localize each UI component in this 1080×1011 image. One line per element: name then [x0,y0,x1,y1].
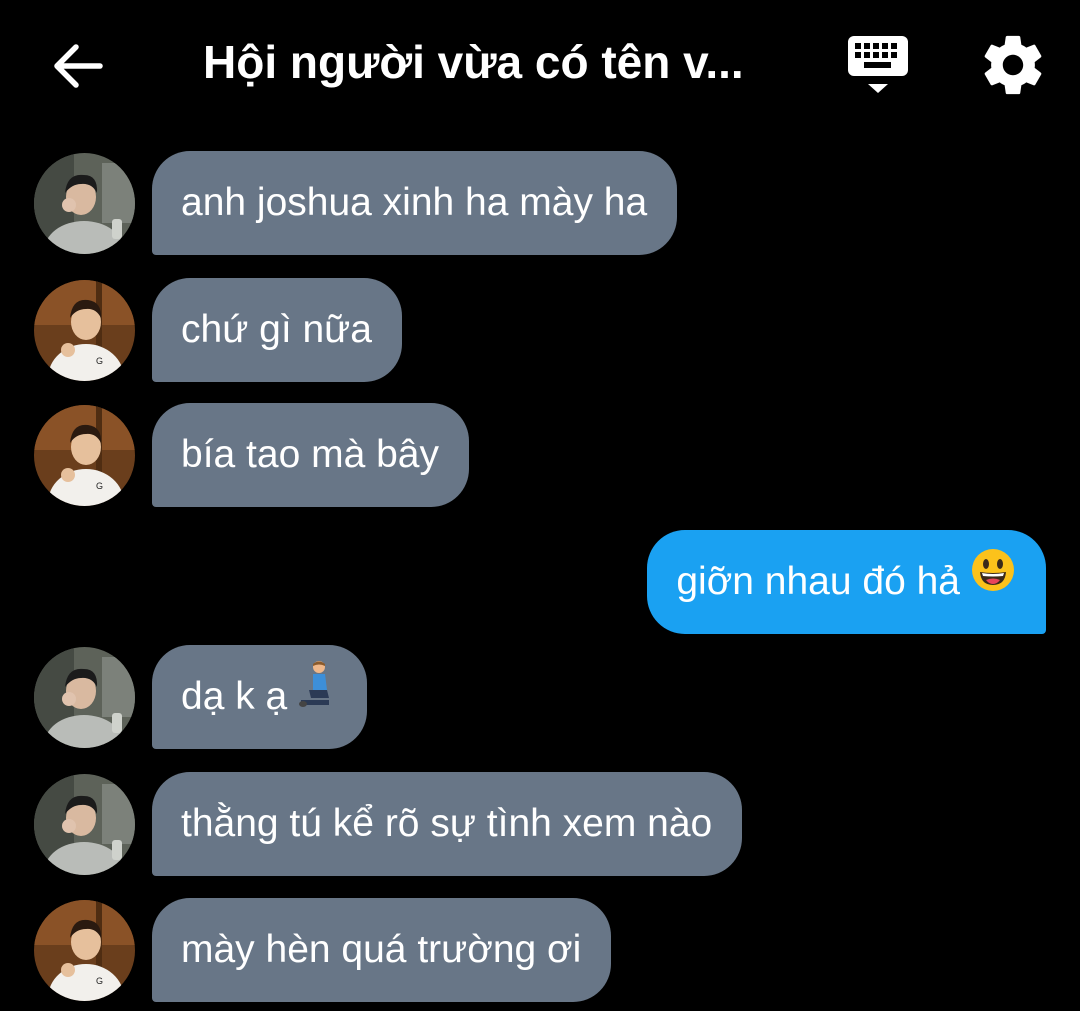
avatar-user-b[interactable]: G [34,900,135,1001]
settings-button[interactable] [978,30,1048,100]
keyboard-icon [848,36,908,93]
message-row: anh joshua xinh ha mày ha [0,151,1080,255]
message-row: G chứ gì nữa [0,278,1080,382]
svg-text:G: G [96,356,103,366]
message-row: dạ k ạ [0,645,1080,749]
message-bubble-incoming[interactable]: anh joshua xinh ha mày ha [152,151,678,255]
message-row: thằng tú kể rõ sự tình xem nào [0,772,1080,876]
message-text: anh joshua xinh ha mày ha [181,181,648,224]
message-bubble-incoming[interactable]: mày hèn quá trường ơi [152,898,612,1002]
avatar-user-a[interactable] [34,153,135,254]
message-text: thằng tú kể rõ sự tình xem nào [181,802,713,845]
message-bubble-outgoing[interactable]: giỡn nhau đó hả [647,530,1046,634]
gear-icon [984,35,1042,95]
message-text: bía tao mà bây [181,433,439,476]
avatar-user-b[interactable]: G [34,280,135,381]
avatar-user-b[interactable]: G [34,405,135,506]
message-bubble-incoming[interactable]: chứ gì nữa [152,278,402,382]
kneeling-person-emoji [297,644,337,748]
arrow-left-icon [54,44,103,88]
message-row: G mày hèn quá trường ơi [0,898,1080,1002]
message-bubble-incoming[interactable]: thằng tú kể rõ sự tình xem nào [152,772,743,876]
avatar-user-a[interactable] [34,774,135,875]
chat-header: Hội người vừa có tên v... [0,0,1080,128]
message-text: dạ k ạ [181,675,288,718]
message-row: giỡn nhau đó hả [0,530,1080,634]
message-bubble-incoming[interactable]: dạ k ạ [152,644,368,749]
message-text: mày hèn quá trường ơi [181,928,582,971]
back-button[interactable] [46,34,110,98]
message-text: giỡn nhau đó hả [676,560,960,603]
message-text: chứ gì nữa [181,308,372,351]
avatar-user-a[interactable] [34,647,135,748]
svg-text:G: G [96,481,103,491]
grinning-face-emoji [970,529,1016,633]
keyboard-button[interactable] [842,30,914,102]
message-row: G bía tao mà bây [0,403,1080,507]
conversation-title: Hội người vừa có tên v... [203,36,744,88]
message-bubble-incoming[interactable]: bía tao mà bây [152,403,469,507]
svg-text:G: G [96,976,103,986]
